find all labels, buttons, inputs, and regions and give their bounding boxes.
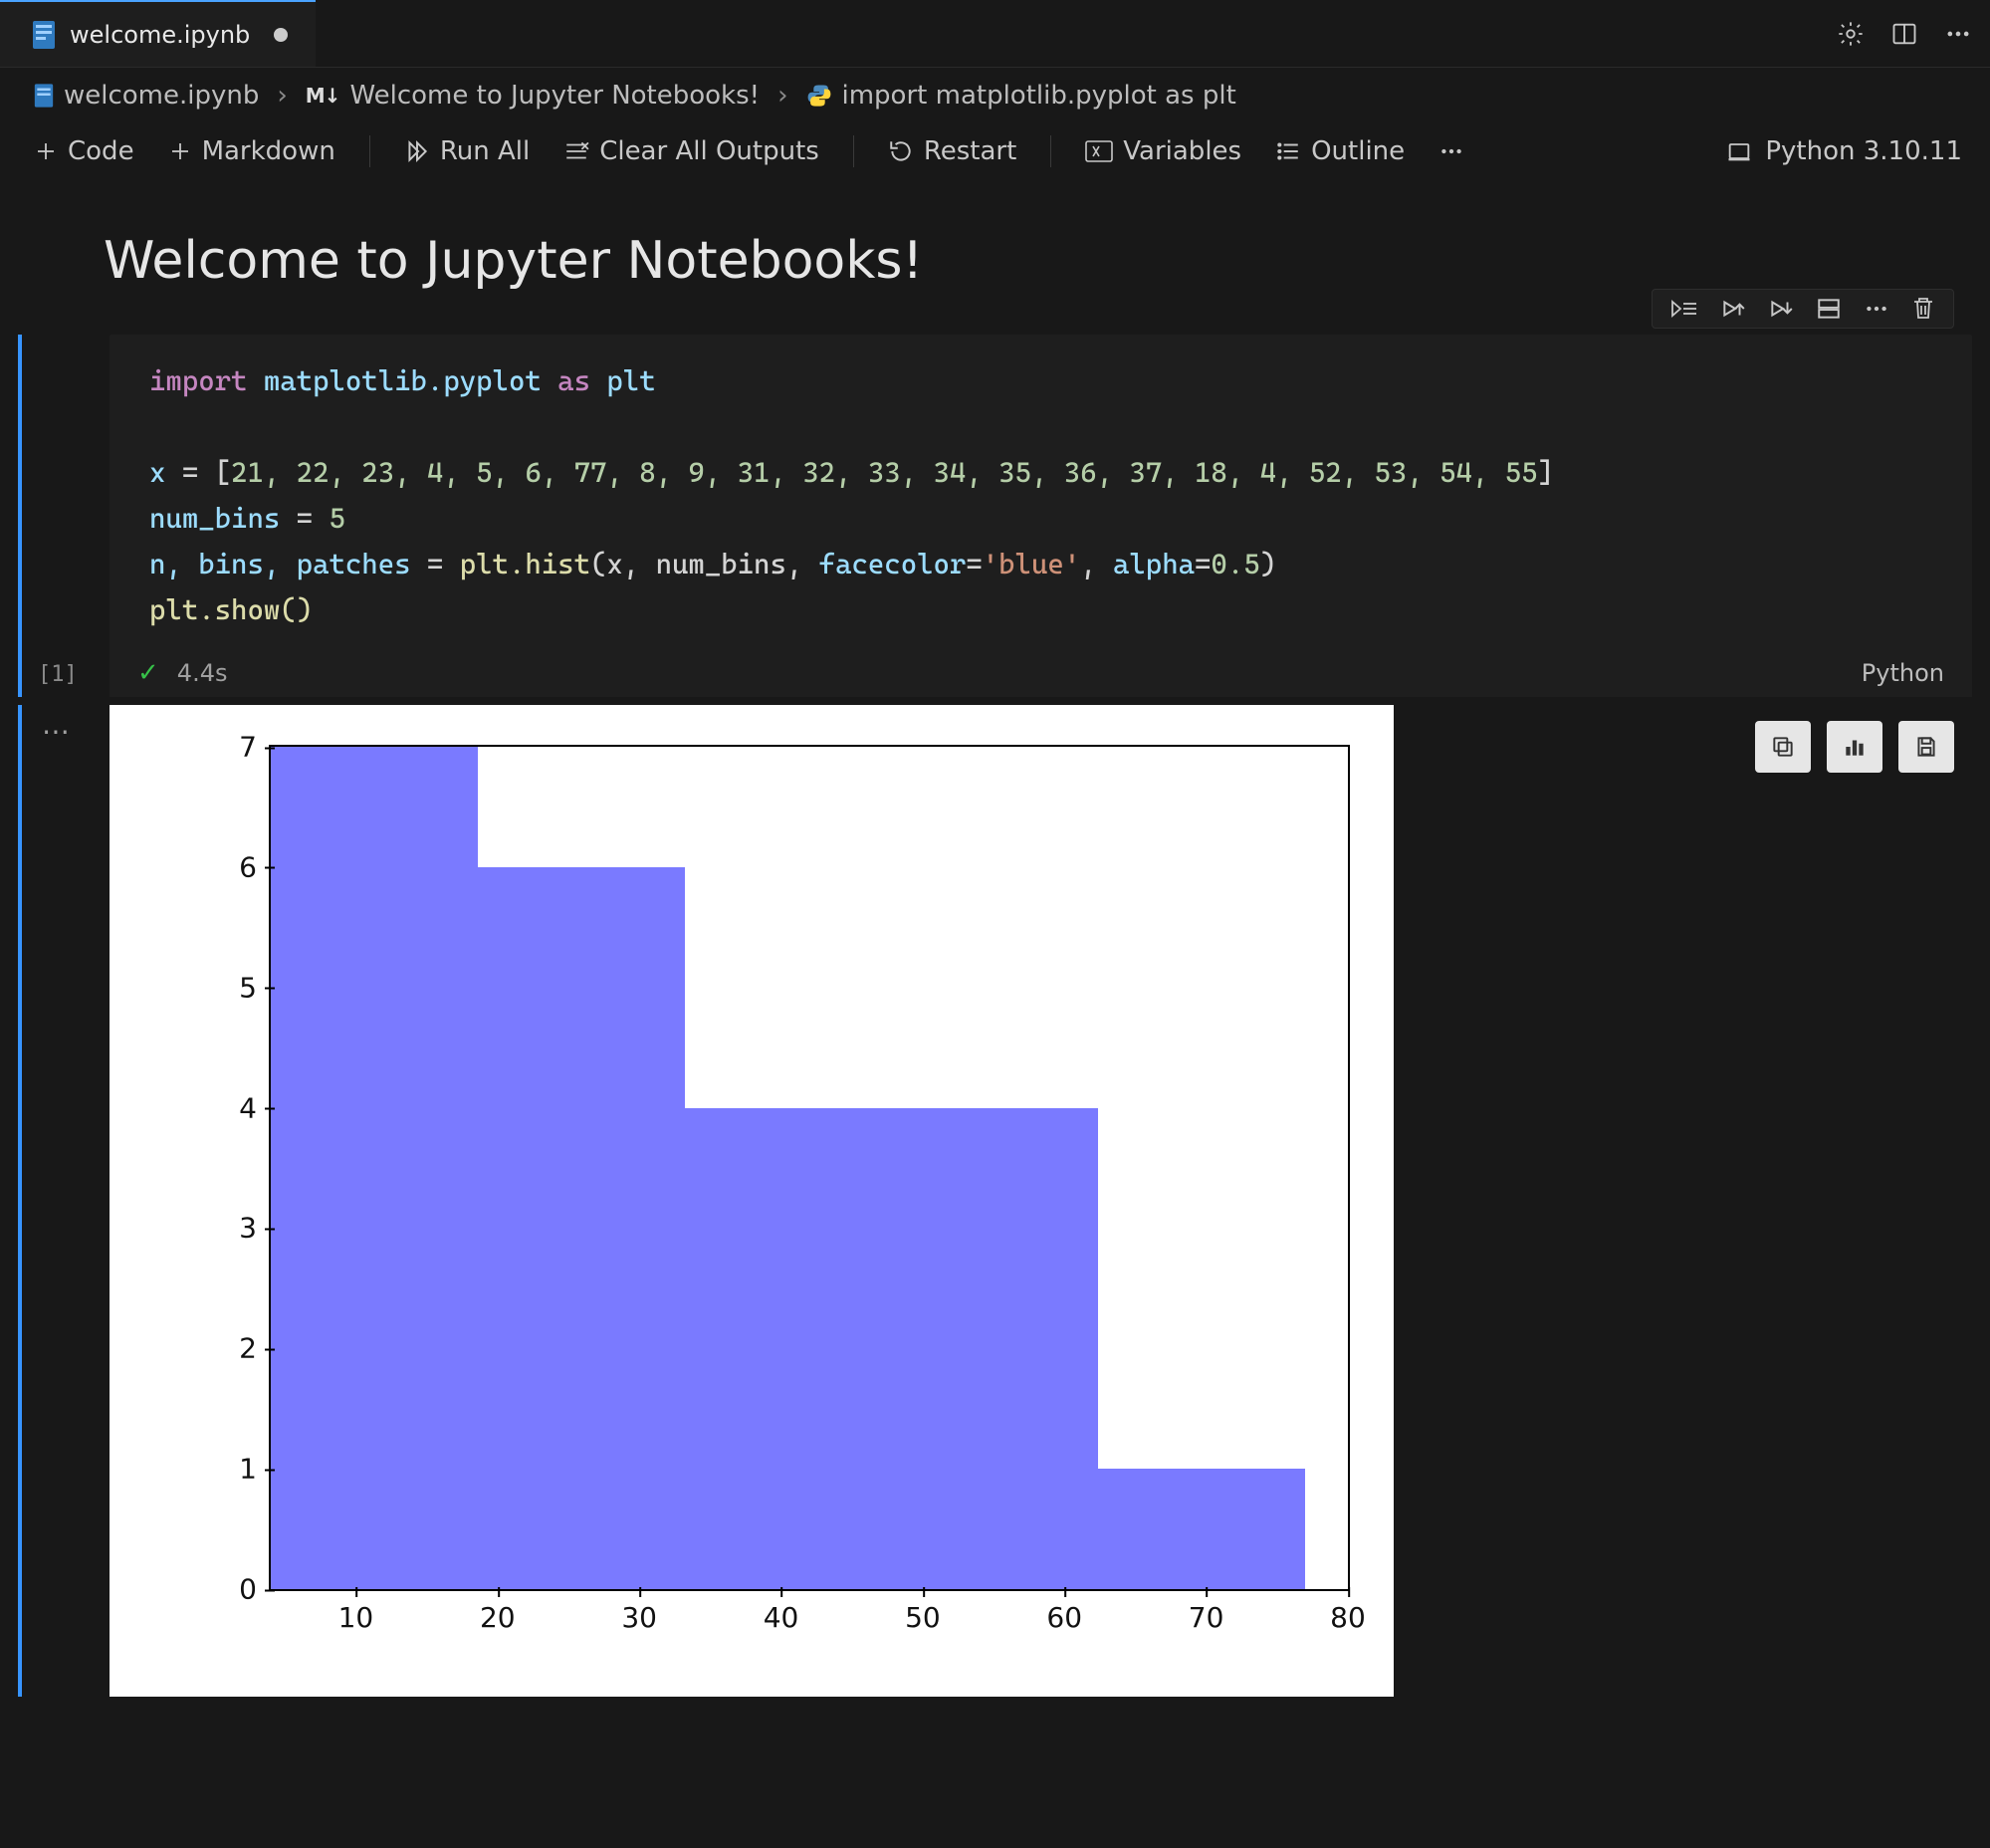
more-actions-icon[interactable] <box>1864 296 1889 322</box>
output-actions <box>1755 721 1954 773</box>
editor-tab-active[interactable]: welcome.ipynb <box>0 0 316 67</box>
add-markdown-cell-button[interactable]: Markdown <box>154 132 349 170</box>
code-content[interactable]: import matplotlib.pyplot as plt x = [21,… <box>110 335 1972 649</box>
save-output-icon[interactable] <box>1898 721 1954 773</box>
outline-label: Outline <box>1311 136 1405 166</box>
clear-all-outputs-label: Clear All Outputs <box>599 136 819 166</box>
editor-tab-filename: welcome.ipynb <box>70 21 250 49</box>
chart-axes: 012345671020304050607080 <box>269 745 1350 1591</box>
toolbar-more-button[interactable] <box>1425 134 1478 168</box>
run-all-icon <box>404 138 430 164</box>
editor-tabbar: welcome.ipynb <box>0 0 1990 68</box>
execution-count: [1] <box>38 662 78 687</box>
cell-duration: 4.4s <box>177 659 228 687</box>
histogram-bar <box>271 747 478 1589</box>
settings-gear-icon[interactable] <box>1837 20 1865 48</box>
code-cell-editor[interactable]: import matplotlib.pyplot as plt x = [21,… <box>110 335 1972 697</box>
histogram-bar <box>892 1108 1099 1589</box>
restart-kernel-button[interactable]: Restart <box>874 132 1030 170</box>
tabbar-actions <box>1837 20 1972 48</box>
cell-toolbar <box>1652 289 1954 329</box>
x-tick-label: 30 <box>621 1601 657 1634</box>
python-icon <box>806 83 832 109</box>
notebook-file-icon <box>32 20 56 50</box>
breadcrumb-separator-icon: › <box>774 81 791 111</box>
kernel-label: Python 3.10.11 <box>1765 136 1962 166</box>
y-tick-label: 1 <box>239 1453 257 1486</box>
restart-kernel-label: Restart <box>924 136 1016 166</box>
x-tick-label: 80 <box>1330 1601 1366 1634</box>
breadcrumb-cell-hint-label: import matplotlib.pyplot as plt <box>842 81 1236 111</box>
success-check-icon: ✓ <box>137 658 159 688</box>
y-tick-label: 2 <box>239 1332 257 1365</box>
split-editor-icon[interactable] <box>1890 20 1918 48</box>
x-tick-label: 20 <box>480 1601 516 1634</box>
histogram-bar <box>685 1108 892 1589</box>
kernel-picker-button[interactable]: Python 3.10.11 <box>1711 132 1970 170</box>
execute-below-icon[interactable] <box>1768 296 1794 322</box>
outline-button[interactable]: Outline <box>1261 132 1419 170</box>
output-more-actions-icon[interactable]: ⋯ <box>42 715 70 748</box>
variables-icon <box>1085 140 1113 162</box>
y-tick-label: 0 <box>239 1573 257 1606</box>
toolbar-divider <box>1050 135 1051 167</box>
clear-outputs-icon <box>563 138 589 164</box>
copy-output-icon[interactable] <box>1755 721 1811 773</box>
plus-icon <box>168 139 192 163</box>
variables-button[interactable]: Variables <box>1071 132 1255 170</box>
run-all-button[interactable]: Run All <box>390 132 544 170</box>
outline-icon <box>1275 138 1301 164</box>
breadcrumb[interactable]: welcome.ipynb › M↓ Welcome to Jupyter No… <box>0 68 1990 123</box>
variables-label: Variables <box>1123 136 1241 166</box>
code-cell: ▷ ⌄ import matplotlib.pyplot as plt x = … <box>18 335 1972 697</box>
x-tick-label: 10 <box>338 1601 374 1634</box>
notebook-toolbar: Code Markdown Run All Clear All Outputs <box>0 123 1990 179</box>
delete-cell-icon[interactable] <box>1911 296 1935 322</box>
cell-language-label[interactable]: Python <box>1862 659 1944 687</box>
add-markdown-cell-label: Markdown <box>202 136 335 166</box>
y-tick-label: 4 <box>239 1091 257 1124</box>
notebook-file-icon <box>34 83 54 109</box>
y-tick-label: 3 <box>239 1212 257 1245</box>
split-cell-icon[interactable] <box>1816 296 1842 322</box>
kernel-icon <box>1725 137 1753 165</box>
breadcrumb-separator-icon: › <box>273 81 291 111</box>
restart-icon <box>888 138 914 164</box>
dirty-indicator-icon <box>274 28 288 42</box>
breadcrumb-cell-hint[interactable]: import matplotlib.pyplot as plt <box>806 81 1236 111</box>
x-tick-label: 60 <box>1046 1601 1082 1634</box>
histogram-bar <box>1098 1469 1305 1589</box>
plus-icon <box>34 139 58 163</box>
cell-output: ⋯ 0 1 2 3 4 5 6 7 10 20 30 40 50 60 70 80 <box>18 705 1972 1697</box>
x-tick-label: 50 <box>905 1601 941 1634</box>
y-tick-label: 6 <box>239 850 257 883</box>
toolbar-divider <box>853 135 854 167</box>
histogram-bar <box>478 867 685 1589</box>
open-plot-viewer-icon[interactable] <box>1827 721 1882 773</box>
add-code-cell-label: Code <box>68 136 134 166</box>
clear-all-outputs-button[interactable]: Clear All Outputs <box>550 132 833 170</box>
toolbar-divider <box>369 135 370 167</box>
breadcrumb-file[interactable]: welcome.ipynb <box>34 81 259 111</box>
run-by-line-icon[interactable] <box>1670 296 1698 322</box>
more-actions-icon <box>1438 138 1464 164</box>
more-actions-icon[interactable] <box>1944 20 1972 48</box>
histogram-chart: 0 1 2 3 4 5 6 7 10 20 30 40 50 60 70 80 <box>110 705 1394 1697</box>
breadcrumb-section[interactable]: M↓ Welcome to Jupyter Notebooks! <box>306 81 760 111</box>
y-tick-label: 5 <box>239 971 257 1004</box>
cell-status-bar: ✓ 4.4s Python <box>110 649 1972 697</box>
y-tick-label: 7 <box>239 731 257 764</box>
breadcrumb-section-label: Welcome to Jupyter Notebooks! <box>349 81 760 111</box>
breadcrumb-file-label: welcome.ipynb <box>64 81 259 111</box>
x-tick-label: 40 <box>764 1601 799 1634</box>
add-code-cell-button[interactable]: Code <box>20 132 148 170</box>
x-tick-label: 70 <box>1189 1601 1224 1634</box>
execute-above-icon[interactable] <box>1720 296 1746 322</box>
markdown-icon: M↓ <box>306 84 340 108</box>
run-all-label: Run All <box>440 136 530 166</box>
